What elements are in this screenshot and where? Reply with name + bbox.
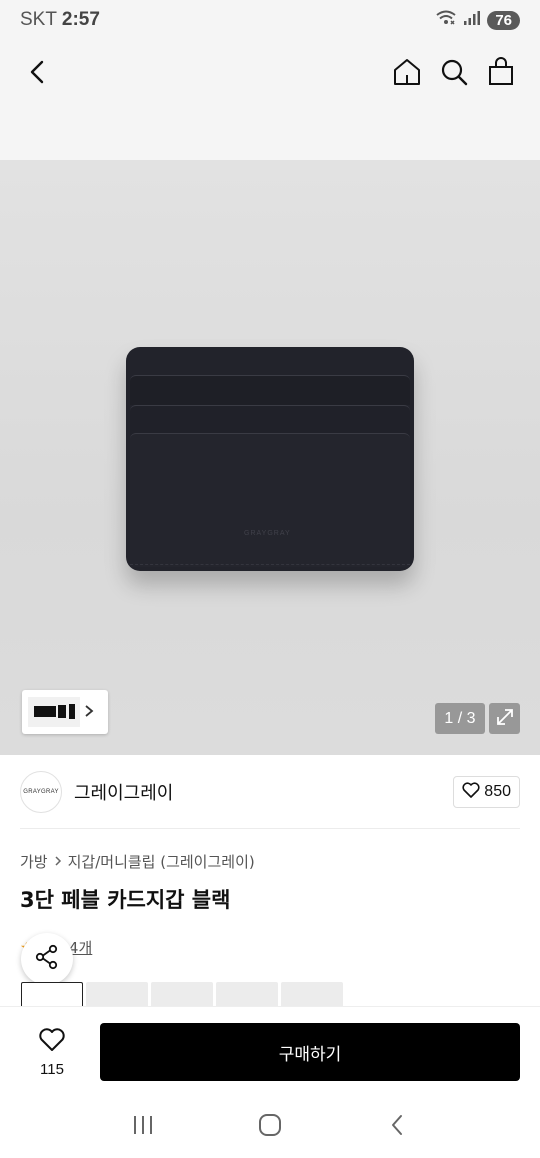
back-chevron-icon bbox=[388, 1113, 406, 1141]
breadcrumb-item-bag[interactable]: 가방 bbox=[20, 851, 48, 872]
brand-like-count: 850 bbox=[484, 783, 511, 800]
brand-name[interactable]: 그레이그레이 bbox=[74, 779, 173, 805]
search-button[interactable] bbox=[434, 54, 474, 94]
thumbnail-image[interactable] bbox=[28, 697, 80, 727]
option-tab[interactable] bbox=[216, 982, 278, 1006]
thumbnail-strip[interactable] bbox=[22, 690, 108, 734]
status-right: 76 bbox=[435, 9, 520, 31]
wishlist-count: 115 bbox=[40, 1060, 64, 1078]
carrier-label: SKT bbox=[20, 9, 57, 30]
back-arrow-icon bbox=[27, 59, 49, 89]
expand-icon bbox=[495, 707, 515, 731]
home-circle-icon bbox=[257, 1112, 283, 1142]
signal-icon bbox=[463, 10, 481, 30]
home-nav-button[interactable] bbox=[240, 1107, 300, 1147]
wifi-icon bbox=[435, 9, 457, 31]
breadcrumb-item-wallet[interactable]: 지갑/머니클립 (그레이그레이) bbox=[68, 851, 255, 872]
share-button[interactable] bbox=[21, 933, 73, 985]
product-title: 3단 페블 카드지갑 블랙 bbox=[20, 888, 231, 912]
share-icon bbox=[34, 944, 60, 974]
product-image-gallery[interactable]: GRAYGRAY 1 / 3 bbox=[0, 160, 540, 755]
brand-logo[interactable]: GRAYGRAY bbox=[20, 771, 62, 813]
chevron-right-icon[interactable] bbox=[84, 703, 94, 722]
app-header bbox=[0, 40, 540, 160]
option-tab[interactable] bbox=[281, 982, 343, 1006]
brand-like-button[interactable]: 850 bbox=[453, 776, 520, 808]
brand-row[interactable]: GRAYGRAY 그레이그레이 850 bbox=[20, 770, 520, 814]
clock-time: 2:57 bbox=[61, 9, 100, 30]
wishlist-button[interactable]: 115 bbox=[20, 1023, 84, 1081]
wallet-logo-text: GRAYGRAY bbox=[244, 530, 291, 537]
heart-outline-icon bbox=[462, 781, 480, 803]
expand-button[interactable] bbox=[489, 703, 520, 734]
home-button[interactable] bbox=[387, 54, 427, 94]
search-icon bbox=[440, 58, 468, 90]
status-left: SKT 2:57 bbox=[20, 9, 100, 31]
option-tab[interactable] bbox=[21, 982, 83, 1006]
option-tabs bbox=[21, 982, 343, 1006]
buy-button[interactable]: 구매하기 bbox=[100, 1023, 520, 1081]
chevron-right-icon bbox=[54, 853, 62, 871]
option-tab[interactable] bbox=[151, 982, 213, 1006]
option-tab[interactable] bbox=[86, 982, 148, 1006]
divider bbox=[20, 828, 520, 829]
recent-apps-button[interactable] bbox=[113, 1107, 173, 1147]
cart-button[interactable] bbox=[481, 54, 521, 94]
bottom-purchase-bar: 115 구매하기 bbox=[0, 1006, 540, 1096]
heart-outline-icon bbox=[38, 1027, 66, 1057]
breadcrumb: 가방 지갑/머니클립 (그레이그레이) bbox=[20, 851, 255, 872]
back-nav-button[interactable] bbox=[367, 1107, 427, 1147]
shopping-bag-icon bbox=[487, 57, 515, 91]
status-bar: SKT 2:57 76 bbox=[0, 0, 540, 40]
image-counter: 1 / 3 bbox=[435, 703, 485, 734]
battery-indicator: 76 bbox=[487, 10, 520, 30]
home-icon bbox=[392, 57, 422, 91]
recent-apps-icon bbox=[131, 1114, 155, 1140]
product-photo: GRAYGRAY bbox=[126, 347, 414, 571]
back-button[interactable] bbox=[18, 54, 58, 94]
system-nav-bar bbox=[0, 1096, 540, 1158]
